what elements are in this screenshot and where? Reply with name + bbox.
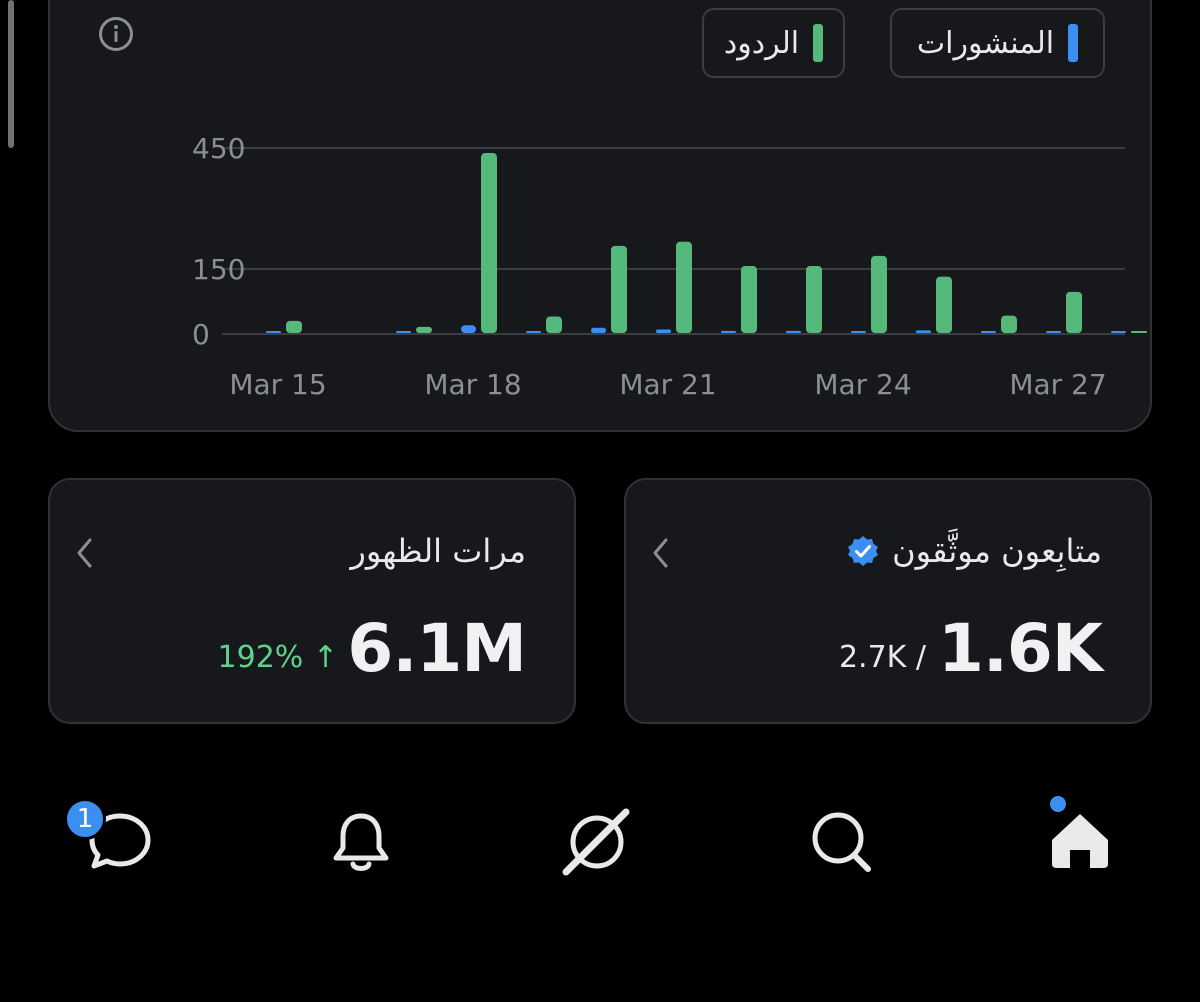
nav-notifications[interactable] (316, 800, 406, 890)
bar-posts[interactable] (1046, 331, 1061, 333)
bar-replies[interactable] (1001, 315, 1017, 333)
nav-home[interactable] (1036, 800, 1126, 890)
bar-posts[interactable] (721, 330, 736, 333)
chevron-left-icon (77, 538, 92, 568)
bar-posts[interactable] (526, 331, 541, 333)
verified-followers-total: 2.7K / (838, 640, 926, 675)
verified-followers-title: متابِعون موثَّقون (846, 532, 1102, 570)
bar-replies[interactable] (416, 326, 432, 333)
bar-posts[interactable] (591, 327, 606, 333)
bar-posts[interactable] (396, 331, 411, 333)
verified-followers-value: 1.6K (937, 610, 1103, 687)
bar-posts[interactable] (786, 330, 801, 333)
y-tick-label: 450 (192, 132, 245, 165)
notifications-icon (333, 813, 389, 871)
verified-badge-icon (848, 536, 879, 566)
verified-followers-card[interactable]: متابِعون موثَّقون 1.6K 2.7K / (624, 478, 1152, 724)
chart-card: المنشورات الردود 0 150 450 Mar 15 Mar 18 Mar … (48, 0, 1152, 432)
bar-posts[interactable] (981, 331, 996, 333)
home-icon (1052, 814, 1108, 868)
impressions-value: 6.1M (347, 610, 527, 687)
bar-replies[interactable] (546, 316, 562, 333)
bar-replies[interactable] (481, 153, 497, 333)
bar-posts[interactable] (656, 329, 671, 333)
bar-posts[interactable] (461, 325, 476, 333)
bar-posts[interactable] (851, 331, 866, 333)
x-tick-label: Mar 18 (424, 368, 521, 401)
bar-replies[interactable] (676, 241, 692, 333)
bar-replies[interactable] (741, 265, 757, 333)
grok-icon (562, 808, 630, 876)
y-tick-label: 0 (192, 318, 210, 351)
bar-posts[interactable] (266, 331, 281, 333)
impressions-card[interactable]: مرات الظهور 6.1M 192% ↑ (48, 478, 576, 724)
verified-followers-title-text: متابِعون موثَّقون (892, 532, 1102, 570)
bar-posts[interactable] (916, 330, 931, 333)
x-tick-label: Mar 24 (814, 368, 911, 401)
bar-replies[interactable] (806, 265, 822, 333)
bar-replies[interactable] (1066, 291, 1082, 333)
impressions-growth: 192% ↑ (217, 640, 338, 675)
x-tick-label: Mar 21 (619, 368, 716, 401)
impressions-title-text: مرات الظهور (350, 532, 526, 570)
nav-grok[interactable] (552, 800, 642, 890)
search-icon (812, 812, 871, 872)
bar-posts[interactable] (1111, 331, 1126, 333)
home-unread-dot (1050, 796, 1066, 812)
bar-replies[interactable] (286, 320, 302, 333)
x-tick-label: Mar 27 (1009, 368, 1106, 401)
scrollbar[interactable] (8, 0, 14, 148)
chevron-left-icon (653, 538, 668, 568)
nav-search[interactable] (796, 800, 886, 890)
messages-badge: 1 (64, 798, 106, 840)
bar-replies[interactable] (1131, 331, 1147, 333)
bar-chart: 0 150 450 Mar 15 Mar 18 Mar 21 Mar 24 Mar 27 (192, 132, 1147, 401)
impressions-title: مرات الظهور (350, 532, 526, 570)
bar-replies[interactable] (936, 276, 952, 333)
bar-replies[interactable] (611, 245, 627, 333)
bar-replies[interactable] (871, 255, 887, 333)
x-tick-label: Mar 15 (229, 368, 326, 401)
y-tick-label: 150 (192, 253, 245, 286)
